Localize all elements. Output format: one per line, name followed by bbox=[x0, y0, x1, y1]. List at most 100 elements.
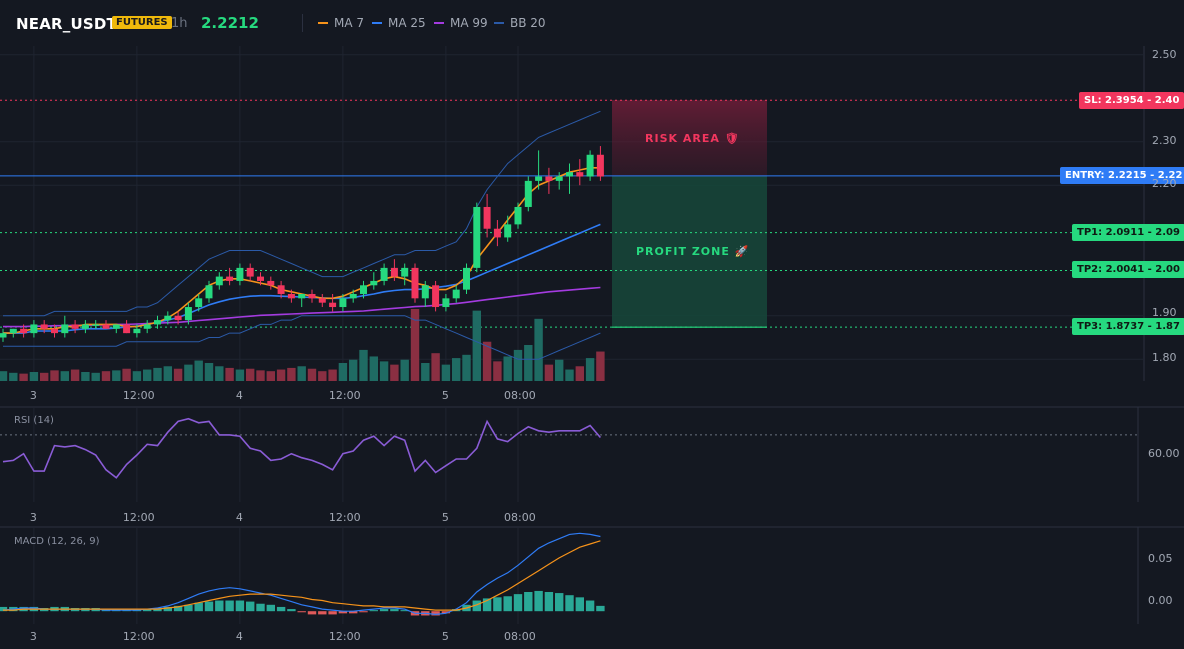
candle-body bbox=[102, 324, 110, 329]
volume-bar bbox=[81, 372, 90, 381]
legend-ma7[interactable]: MA 7 bbox=[318, 16, 364, 30]
volume-bar bbox=[276, 369, 286, 381]
trading-chart[interactable] bbox=[0, 0, 1184, 649]
macd-tick: 0.00 bbox=[1148, 594, 1173, 607]
bb-lower-line bbox=[3, 315, 601, 360]
volume-bar bbox=[596, 351, 605, 381]
candle-body bbox=[349, 293, 357, 299]
macd-hist-bar bbox=[194, 602, 203, 612]
macd-hist-bar bbox=[379, 609, 389, 612]
candle-body bbox=[421, 285, 429, 299]
volume-bar bbox=[19, 373, 28, 381]
candle-body bbox=[493, 228, 501, 238]
volume-bar bbox=[441, 364, 451, 381]
candle-body bbox=[586, 154, 594, 177]
candle-body bbox=[112, 324, 120, 329]
price-tick: 2.30 bbox=[1152, 134, 1177, 147]
macd-hist-bar bbox=[503, 596, 512, 612]
volume-bar bbox=[585, 358, 595, 381]
candle-body bbox=[184, 307, 192, 321]
volume-bar bbox=[565, 369, 574, 381]
candle-body bbox=[473, 206, 481, 268]
volume-bar bbox=[112, 370, 121, 381]
volume-bar bbox=[246, 368, 255, 381]
candle-body bbox=[576, 172, 584, 177]
macd-hist-bar bbox=[266, 604, 275, 612]
macd-hist-bar bbox=[493, 597, 502, 612]
macd-hist-bar bbox=[534, 590, 543, 612]
volume-bar bbox=[50, 370, 59, 381]
candle-body bbox=[287, 293, 295, 299]
tp1-label: TP1: 2.0911 - 2.09 bbox=[1072, 224, 1184, 241]
macd-hist-bar bbox=[204, 601, 214, 612]
volume-bar bbox=[503, 356, 512, 381]
rsi-line bbox=[2, 417, 602, 479]
candle-body bbox=[360, 285, 367, 294]
time-tick: 3 bbox=[29, 630, 37, 643]
time-tick: 5 bbox=[441, 389, 449, 402]
time-tick: 5 bbox=[441, 511, 449, 524]
volume-bar bbox=[513, 349, 523, 381]
ma25-line bbox=[3, 223, 601, 334]
macd-hist-bar bbox=[246, 601, 255, 612]
legend-ma99[interactable]: MA 99 bbox=[434, 16, 488, 30]
volume-bar bbox=[462, 354, 471, 381]
time-tick: 4 bbox=[235, 389, 243, 402]
macd-hist-bar bbox=[276, 606, 286, 612]
volume-bar bbox=[379, 361, 389, 381]
tp2-label: TP2: 2.0041 - 2.00 bbox=[1072, 261, 1184, 278]
candle-body bbox=[277, 285, 285, 294]
volume-bar bbox=[307, 368, 317, 381]
volume-bar bbox=[101, 371, 111, 381]
volume-bar bbox=[287, 367, 296, 381]
candle-body bbox=[463, 267, 470, 290]
time-tick: 08:00 bbox=[504, 511, 536, 524]
volume-bar bbox=[204, 363, 214, 381]
timeframe-label[interactable]: 1h bbox=[171, 16, 188, 31]
legend-bb20[interactable]: BB 20 bbox=[494, 16, 546, 30]
price-tick: 2.20 bbox=[1152, 177, 1177, 190]
volume-bar bbox=[235, 369, 245, 381]
ma7-swatch-icon bbox=[318, 22, 328, 24]
candle-body bbox=[71, 324, 79, 329]
volume-bar bbox=[163, 366, 172, 381]
time-tick: 12:00 bbox=[122, 511, 155, 524]
volume-bar bbox=[338, 363, 348, 381]
volume-bar bbox=[390, 364, 399, 381]
candle-body bbox=[452, 289, 460, 299]
candle-body bbox=[308, 293, 316, 299]
candle-body bbox=[215, 276, 223, 286]
macd-hist-bar bbox=[307, 611, 317, 615]
candle-body bbox=[442, 298, 450, 308]
volume-bar bbox=[452, 358, 461, 381]
candle-body bbox=[9, 328, 17, 334]
symbol-label[interactable]: NEAR_USDT bbox=[16, 15, 117, 33]
candle-body bbox=[298, 293, 306, 299]
candle-body bbox=[535, 176, 543, 181]
candle-body bbox=[401, 267, 409, 277]
candle-body bbox=[432, 285, 440, 308]
candle-body bbox=[267, 280, 275, 286]
candle-body bbox=[514, 206, 522, 225]
volume-bar bbox=[194, 360, 203, 381]
header-divider bbox=[302, 14, 303, 32]
candle-body bbox=[154, 320, 161, 325]
volume-bar bbox=[359, 349, 368, 381]
macd-hist-bar bbox=[524, 592, 533, 612]
volume-bar bbox=[318, 371, 327, 381]
candle-body bbox=[226, 276, 234, 281]
candle-body bbox=[236, 267, 244, 281]
volume-bar bbox=[472, 310, 481, 381]
candle-body bbox=[164, 315, 172, 321]
volume-bar bbox=[225, 367, 234, 381]
macd-hist-bar bbox=[390, 609, 399, 612]
macd-hist-bar bbox=[359, 611, 368, 613]
macd-title: MACD (12, 26, 9) bbox=[14, 536, 100, 547]
volume-bar bbox=[60, 371, 69, 381]
volume-bar bbox=[256, 370, 265, 381]
ma25-swatch-icon bbox=[372, 22, 382, 24]
macd-hist-bar bbox=[318, 611, 327, 615]
legend-ma25[interactable]: MA 25 bbox=[372, 16, 426, 30]
last-price: 2.2212 bbox=[201, 14, 259, 32]
volume-bar bbox=[0, 371, 8, 381]
